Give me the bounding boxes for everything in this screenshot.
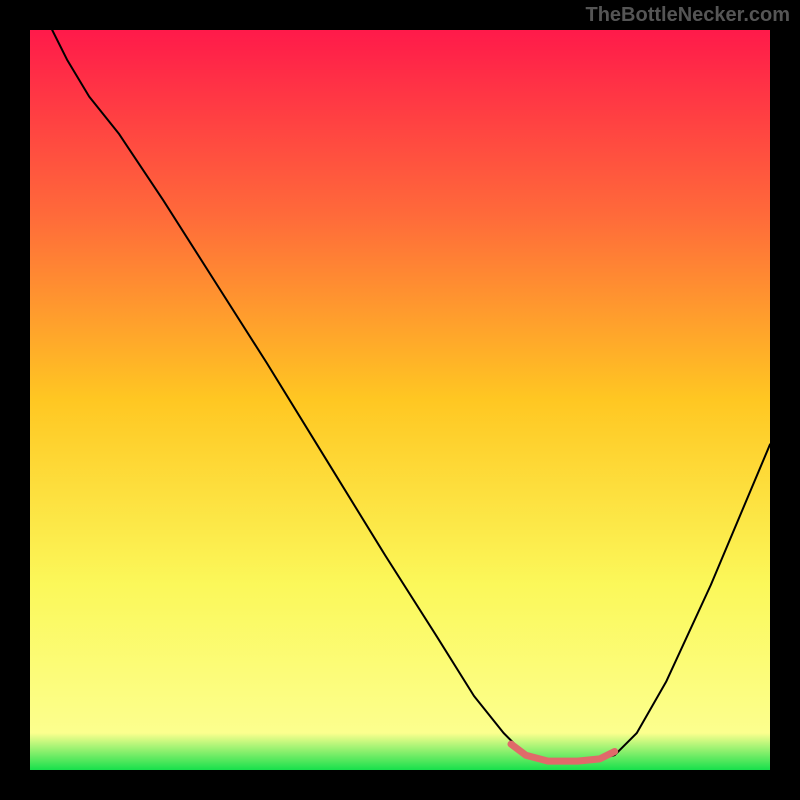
gradient-background: [30, 30, 770, 770]
chart-container: TheBottleNecker.com: [0, 0, 800, 800]
chart-svg: [30, 30, 770, 770]
watermark-text: TheBottleNecker.com: [585, 4, 790, 27]
plot-area: [30, 30, 770, 770]
